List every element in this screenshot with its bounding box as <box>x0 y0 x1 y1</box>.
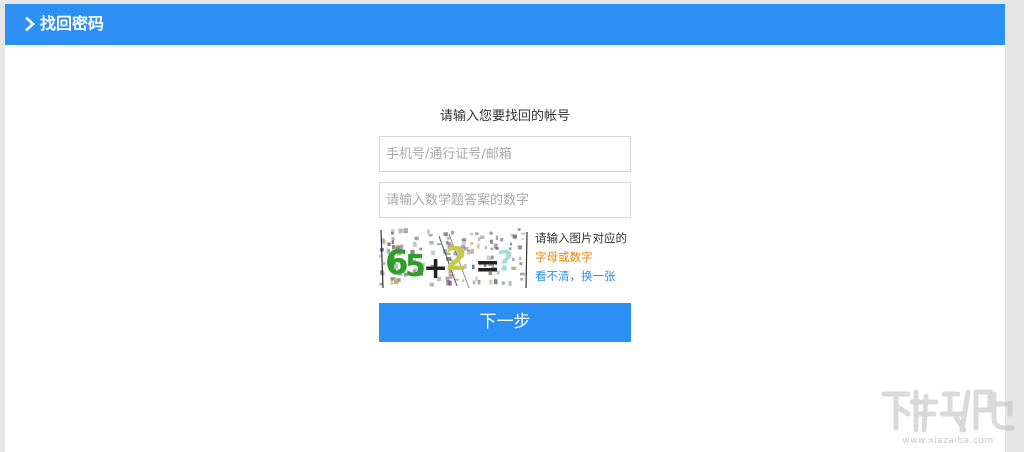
captcha-noise-dot <box>475 232 479 235</box>
captcha-hint-highlight: 字母或数字 <box>535 250 593 264</box>
chevron-right-icon <box>25 17 35 31</box>
captcha-noise-dot <box>428 233 433 237</box>
captcha-noise-dot <box>443 232 449 236</box>
captcha-noise-dot <box>398 228 403 234</box>
captcha-noise-dot <box>517 228 521 231</box>
captcha-noise-dot <box>470 232 474 236</box>
form-prompt: 请输入您要找回的帐号 <box>439 109 570 124</box>
captcha-noise-dot <box>412 244 417 247</box>
account-input[interactable] <box>379 136 631 172</box>
captcha-noise-dot <box>462 279 465 283</box>
captcha-noise-dot <box>519 262 523 266</box>
captcha-glyph: 2 <box>445 240 467 278</box>
captcha-noise-dot <box>520 272 525 276</box>
captcha-answer-input[interactable] <box>379 182 631 218</box>
captcha-noise-dot <box>517 245 523 249</box>
captcha-noise-dot <box>469 242 474 245</box>
captcha-noise-dot <box>479 235 485 239</box>
captcha-noise-dot <box>429 241 434 245</box>
page-header: 找回密码 <box>5 4 1005 45</box>
captcha-noise-dot <box>501 281 505 285</box>
captcha-noise-dot <box>519 256 522 260</box>
captcha-refresh-link[interactable]: 看不清，换一张 <box>535 267 635 286</box>
captcha-noise-dot <box>391 231 394 235</box>
captcha-noise-dot <box>471 248 474 254</box>
watermark-url: www.xiazaiba.com <box>902 436 994 446</box>
captcha-noise-dot <box>415 236 419 241</box>
captcha-noise-dot <box>520 278 523 281</box>
xiazaiba-logo-icon <box>881 389 1015 433</box>
page-title: 找回密码 <box>40 14 105 33</box>
captcha-noise-dot <box>477 243 480 249</box>
captcha-noise-dot <box>512 234 517 239</box>
captcha-noise-dot <box>437 243 441 246</box>
captcha-noise-dot <box>403 228 408 234</box>
captcha-noise-dot <box>468 249 471 252</box>
next-step-button[interactable]: 下一步 <box>379 303 631 342</box>
captcha-noise-dot <box>391 237 395 240</box>
captcha-noise-dot <box>495 235 499 240</box>
captcha-noise-dot <box>500 238 504 242</box>
captcha-noise-dot <box>489 231 493 235</box>
captcha-noise-dot <box>427 229 430 234</box>
captcha-noise-dot <box>521 238 524 240</box>
captcha-noise-dot <box>413 241 417 245</box>
captcha-image[interactable]: 6 5 + 2 = ? <box>379 228 529 288</box>
captcha-glyph: ? <box>497 244 513 277</box>
captcha-noise-dot <box>521 232 526 235</box>
captcha-noise-dot <box>508 281 512 286</box>
watermark: www.xiazaiba.com <box>878 384 1018 450</box>
captcha-noise-dot <box>490 239 493 244</box>
captcha-noise-dot <box>451 230 454 235</box>
captcha-hint: 请输入图片对应的 字母或数字 看不清，换一张 <box>535 229 635 286</box>
captcha-hint-text: 请输入图片对应的 <box>535 231 627 245</box>
main-panel: 找回密码 请输入您要找回的帐号 6 5 + 2 = ? 请输入图片对应的 字母或… <box>5 4 1005 452</box>
